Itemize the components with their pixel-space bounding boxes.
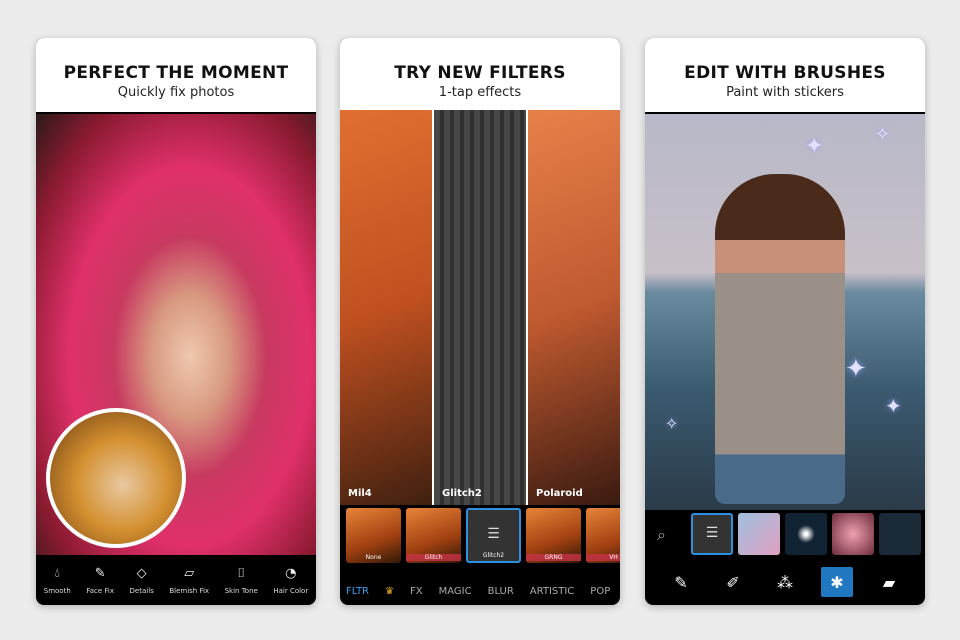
preview-polaroid: Polaroid bbox=[528, 110, 620, 505]
panel-perfect-moment: PERFECT THE MOMENT Quickly fix photos 💧︎ S… bbox=[36, 38, 316, 605]
diamond-icon: ◇ bbox=[136, 565, 147, 581]
sticker-thumbnails: ☰ bbox=[645, 513, 925, 555]
tool-face-fix[interactable]: ✎ Face Fix bbox=[86, 566, 114, 595]
tool-smooth[interactable]: 💧︎ Smooth bbox=[44, 566, 71, 595]
filter-thumb-grng[interactable]: GRNG bbox=[526, 508, 581, 563]
filter-thumb-glitch2[interactable]: ☰ Glitch2 bbox=[466, 508, 521, 563]
woman-figure bbox=[715, 174, 845, 504]
tool-label: Details bbox=[129, 586, 154, 595]
tool-blemish-fix[interactable]: ▱ Blemish Fix bbox=[169, 566, 209, 595]
hair-icon: ◔ bbox=[285, 565, 297, 581]
effect-tabs: FLTR ♛ FX MAGIC BLUR ARTISTIC POP bbox=[346, 586, 610, 597]
thumb-label: GRNG bbox=[526, 554, 581, 561]
sticker-thumb[interactable] bbox=[832, 513, 874, 555]
thumb-label: Glitch bbox=[406, 554, 461, 561]
tab-pop[interactable]: POP bbox=[590, 586, 610, 597]
preview-mil4: Mil4 bbox=[340, 110, 432, 505]
tube-icon: ⌷ bbox=[237, 565, 246, 581]
beach-photo: ✦ ✧ ✦ ✧ ✦ bbox=[645, 114, 925, 510]
thumb-label: Glitch2 bbox=[482, 552, 505, 559]
panel-filters: TRY NEW FILTERS 1-tap effects Mil4 Glitch… bbox=[340, 38, 620, 605]
tool-label: Hair Color bbox=[273, 586, 309, 595]
tool-details[interactable]: ◇ Details bbox=[130, 566, 154, 595]
tool-label: Blemish Fix bbox=[169, 586, 210, 595]
magic-brush-icon[interactable]: ⁂ bbox=[769, 567, 801, 597]
panel-title: TRY NEW FILTERS bbox=[394, 63, 566, 83]
sparkle-sticker: ✦ bbox=[845, 354, 867, 384]
brush-icon: ✎ bbox=[94, 565, 106, 581]
sliders-icon: ☰ bbox=[705, 525, 719, 541]
drop-icon: 💧︎ bbox=[54, 565, 60, 581]
filter-thumb-vh[interactable]: VH bbox=[586, 508, 620, 563]
sparkle-sticker: ✧ bbox=[875, 124, 891, 145]
tab-magic[interactable]: MAGIC bbox=[439, 586, 472, 597]
tab-fx[interactable]: FX bbox=[410, 586, 423, 597]
tool-label: Face Fix bbox=[86, 586, 114, 595]
tab-fltr[interactable]: FLTR bbox=[346, 586, 369, 597]
sticker-brush-icon[interactable]: ✱ bbox=[821, 567, 853, 597]
sparkle-sticker: ✧ bbox=[665, 414, 679, 433]
sparkle-sticker: ✦ bbox=[805, 134, 824, 159]
bandage-icon: ▱ bbox=[184, 565, 195, 581]
brush-toolbar: ✎ ✐ ⁂ ✱ ▰ bbox=[665, 567, 905, 597]
filter-comparison: Mil4 Glitch2 Polaroid bbox=[340, 110, 620, 505]
panel-title: PERFECT THE MOMENT bbox=[63, 63, 289, 83]
retouch-toolbar: 💧︎ Smooth ✎ Face Fix ◇ Details ▱ Blemish Fix… bbox=[36, 555, 316, 605]
filter-thumb-none[interactable]: None bbox=[346, 508, 401, 563]
sticker-settings[interactable]: ☰ bbox=[691, 513, 733, 555]
preview-label: Polaroid bbox=[536, 488, 583, 499]
panel-brushes: EDIT WITH BRUSHES Paint with stickers ✦ ✧… bbox=[645, 38, 925, 605]
tool-hair-color[interactable]: ◔ Hair Color bbox=[273, 566, 308, 595]
sticker-thumb[interactable] bbox=[738, 513, 780, 555]
brush-dashed-icon[interactable]: ✐ bbox=[717, 567, 749, 597]
panel-subtitle: Quickly fix photos bbox=[117, 85, 235, 100]
tool-label: Smooth bbox=[43, 586, 71, 595]
filter-thumb-glitch[interactable]: Glitch bbox=[406, 508, 461, 563]
brush-icon[interactable]: ✎ bbox=[665, 567, 697, 597]
crown-icon: ♛ bbox=[385, 586, 394, 597]
eraser-icon[interactable]: ▰ bbox=[873, 567, 905, 597]
preview-label: Glitch2 bbox=[442, 488, 482, 499]
tool-label: Skin Tone bbox=[224, 586, 258, 595]
filter-thumbnails: None Glitch ☰ Glitch2 GRNG VH bbox=[340, 508, 620, 563]
sparkle-sticker: ✦ bbox=[885, 394, 902, 418]
thumb-label: VH bbox=[586, 554, 620, 561]
panel-title: EDIT WITH BRUSHES bbox=[684, 63, 886, 83]
before-photo-circle bbox=[46, 408, 186, 548]
tool-skin-tone[interactable]: ⌷ Skin Tone bbox=[225, 566, 258, 595]
tab-blur[interactable]: BLUR bbox=[488, 586, 514, 597]
sticker-thumb[interactable] bbox=[785, 513, 827, 555]
preview-glitch2: Glitch2 bbox=[432, 110, 528, 505]
panel-subtitle: 1-tap effects bbox=[438, 85, 522, 100]
thumb-label: None bbox=[365, 554, 382, 561]
tab-artistic[interactable]: ARTISTIC bbox=[530, 586, 575, 597]
panel-subtitle: Paint with stickers bbox=[726, 85, 844, 100]
sticker-thumb[interactable] bbox=[879, 513, 921, 555]
preview-label: Mil4 bbox=[348, 488, 372, 499]
